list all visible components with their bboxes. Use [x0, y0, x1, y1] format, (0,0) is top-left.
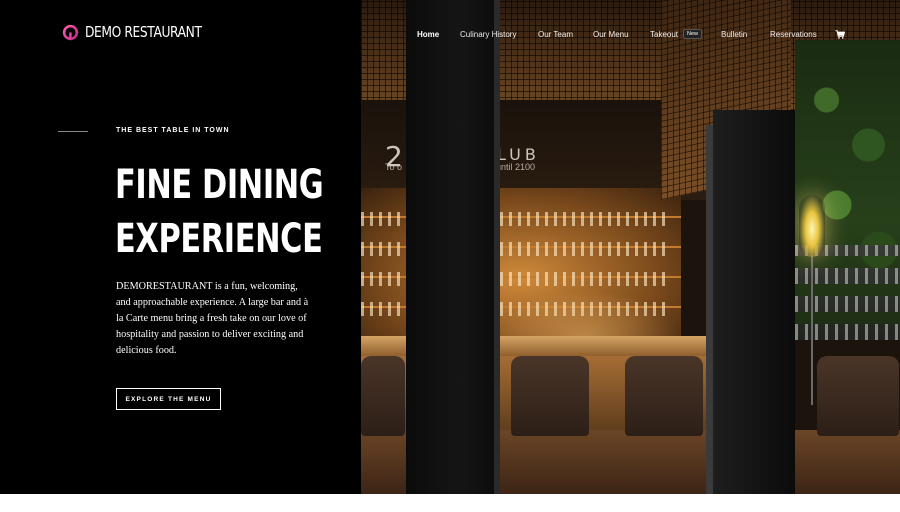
- pillar-a: [406, 0, 494, 494]
- pillar-a-edge: [494, 0, 500, 494]
- cart-icon[interactable]: [835, 29, 845, 40]
- lamp-rod: [811, 255, 813, 405]
- bottle-rows-left: [361, 196, 406, 316]
- bar-chair: [511, 356, 589, 436]
- hero-photo: 2 LUB To o until 2100: [361, 0, 900, 494]
- bar-chair: [817, 356, 899, 436]
- headline-line-2: EXPERIENCE: [115, 216, 323, 262]
- pendant-lamp: [799, 195, 825, 257]
- nav-item-reservations[interactable]: Reservations: [770, 29, 817, 40]
- headline-line-1: FINE DINING: [115, 162, 324, 208]
- hero-headline: FINE DINING EXPERIENCE: [115, 158, 324, 266]
- takeout-new-badge: New: [683, 29, 703, 39]
- hero-eyebrow: THE BEST TABLE IN TOWN: [116, 127, 230, 134]
- club-sign-sub-right: until 2100: [496, 162, 536, 172]
- nav-item-our-team[interactable]: Our Team: [538, 29, 573, 40]
- explore-menu-button[interactable]: EXPLORE THE MENU: [116, 388, 221, 410]
- nav-item-culinary-history[interactable]: Culinary History: [460, 29, 516, 40]
- main-nav: Home Culinary History Our Team Our Menu …: [0, 29, 900, 43]
- nav-item-bulletin[interactable]: Bulletin: [721, 29, 747, 40]
- nav-item-home[interactable]: Home: [417, 29, 439, 40]
- bar-chair: [625, 356, 703, 436]
- eyebrow-divider: [58, 131, 88, 132]
- club-sign-sub-left: To o: [385, 162, 403, 172]
- nav-item-our-menu[interactable]: Our Menu: [593, 29, 629, 40]
- bar-chair: [361, 356, 405, 436]
- hero-description: DEMORESTAURANT is a fun, welcoming, and …: [116, 281, 309, 356]
- pillar-b: [713, 110, 795, 494]
- hero-section: 2 LUB To o until 2100 DEMO RESTAURANT Ho…: [0, 0, 900, 494]
- nav-item-takeout[interactable]: Takeout: [650, 29, 678, 40]
